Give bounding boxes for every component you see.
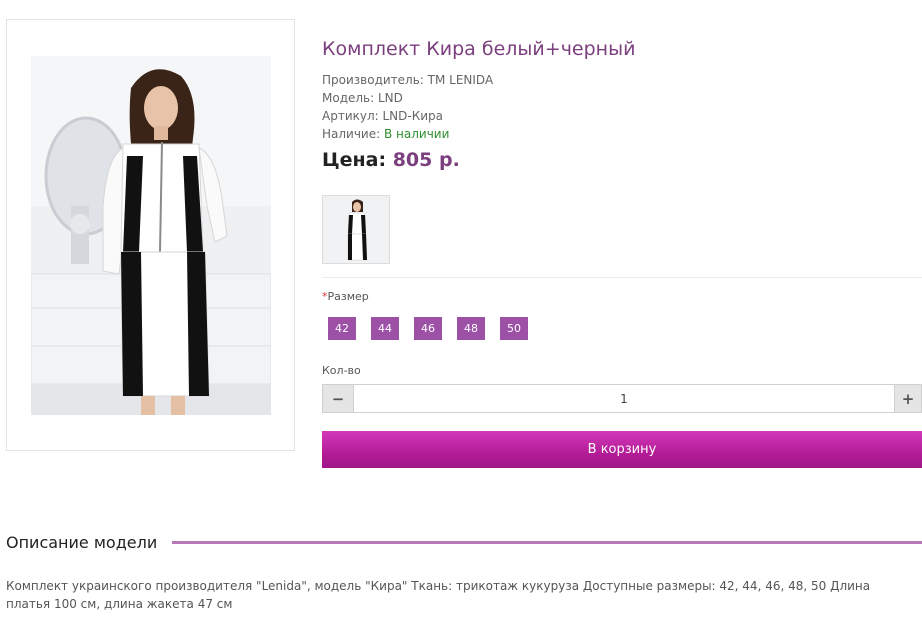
model-text: Модель: LND	[322, 91, 403, 105]
quantity-increase-button[interactable]: +	[894, 384, 922, 413]
size-option-46[interactable]: 46	[414, 317, 442, 340]
quantity-label: Кол-во	[322, 364, 361, 377]
availability-row: Наличие: В наличии	[322, 125, 493, 143]
quantity-input[interactable]	[354, 384, 894, 413]
description-heading-rule	[172, 541, 922, 544]
price-label: Цена:	[322, 149, 393, 171]
size-label-text: Размер	[327, 290, 369, 303]
add-to-cart-button[interactable]: В корзину	[322, 431, 922, 468]
section-divider	[322, 277, 922, 278]
description-heading: Описание модели	[6, 533, 158, 552]
product-photo[interactable]	[31, 56, 271, 415]
size-option-44[interactable]: 44	[371, 317, 399, 340]
price-row: Цена: 805 р.	[322, 149, 460, 171]
availability-status: В наличии	[383, 127, 450, 141]
product-thumbnail[interactable]	[322, 195, 390, 264]
product-title: Комплект Кира белый+черный	[322, 38, 636, 60]
size-option-42[interactable]: 42	[328, 317, 356, 340]
availability-label: Наличие:	[322, 127, 384, 141]
product-meta: Производитель: TM LENIDA Модель: LND Арт…	[322, 71, 493, 143]
plus-icon: +	[901, 389, 915, 408]
size-option-label: *Размер	[322, 290, 369, 303]
thumbnail-illustration	[323, 196, 389, 263]
price-value: 805 р.	[392, 149, 460, 171]
size-option-48[interactable]: 48	[457, 317, 485, 340]
sku-text: Артикул: LND-Кира	[322, 109, 444, 123]
quantity-stepper: − +	[322, 384, 922, 413]
description-text: Комплект украинского производителя "Leni…	[6, 579, 871, 611]
minus-icon: −	[331, 389, 345, 408]
manufacturer-text: Производитель: TM LENIDA	[322, 73, 494, 87]
quantity-decrease-button[interactable]: −	[322, 384, 354, 413]
size-option-50[interactable]: 50	[500, 317, 528, 340]
size-options: 42 44 46 48 50	[328, 317, 528, 340]
model-photo-illustration	[31, 56, 271, 415]
product-image-frame	[6, 19, 295, 451]
